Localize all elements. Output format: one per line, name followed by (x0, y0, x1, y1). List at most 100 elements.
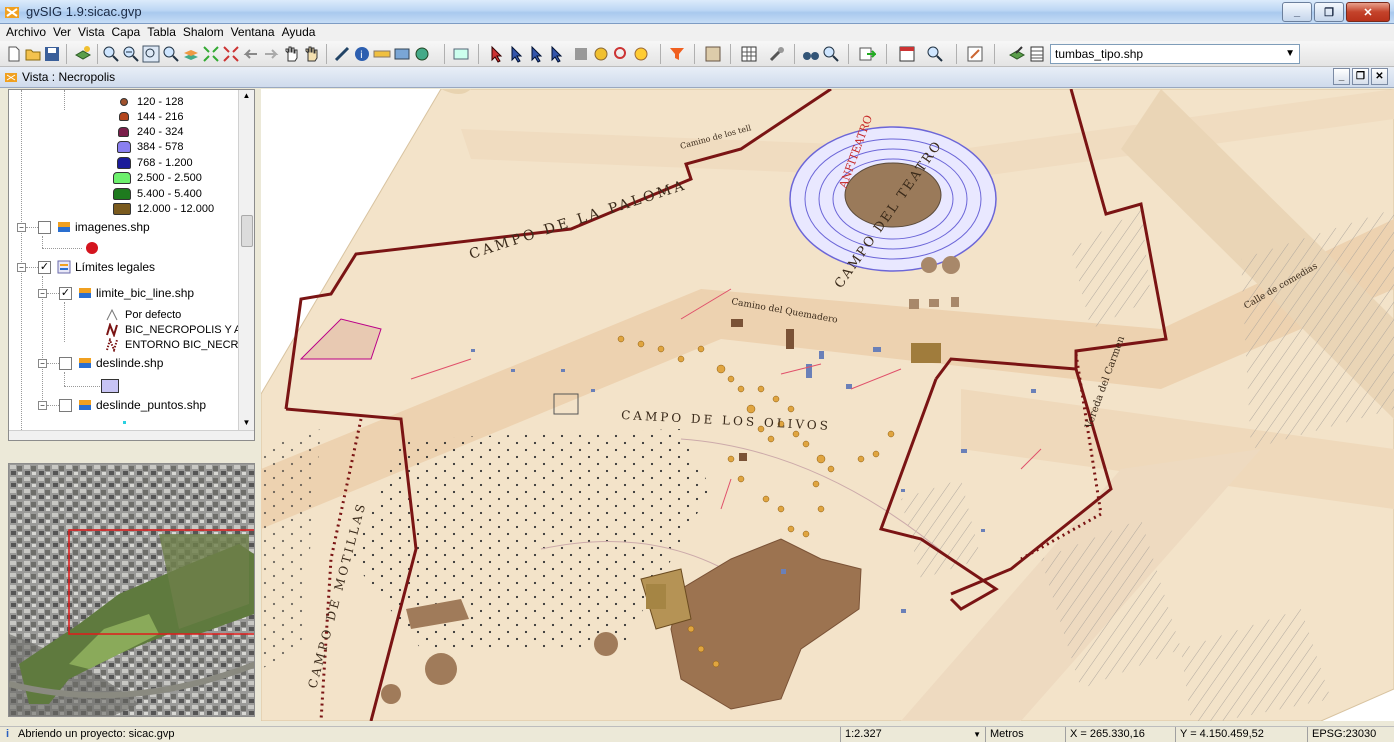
legend-item: 240 - 324 (117, 124, 183, 139)
menu-ventana[interactable]: Ventana (229, 24, 280, 41)
layer-edit-icon[interactable] (1008, 45, 1026, 63)
hand-icon[interactable] (302, 45, 320, 63)
expand-toggle[interactable]: − (38, 359, 47, 368)
properties-icon[interactable] (704, 45, 722, 63)
info-icon: i (6, 728, 10, 740)
layer-deslinde[interactable]: deslinde.shp (59, 354, 163, 372)
frame-minimize-button[interactable]: _ (1333, 68, 1350, 85)
map-window-icon[interactable] (898, 45, 916, 63)
legend-item: 12.000 - 12.000 (113, 201, 214, 216)
svg-text:i: i (360, 50, 363, 61)
historic-map-layer: ANFITEATRO CAMPO DE LA PALOMA CAMPO DE L… (261, 89, 1394, 721)
zoom-window-icon[interactable] (142, 45, 160, 63)
layer-select-value: tumbas_tipo.shp (1055, 47, 1144, 61)
minimize-button[interactable]: _ (1282, 2, 1312, 22)
select-polygon-icon[interactable] (548, 45, 566, 63)
legend-swatch-icon (113, 171, 131, 184)
search-icon[interactable] (822, 45, 840, 63)
scale-field[interactable]: 1:2.327 ▼ (840, 727, 985, 742)
full-extent-icon[interactable] (202, 45, 220, 63)
info-icon[interactable]: i (353, 45, 371, 63)
layer-group-limites[interactable]: ✓ Límites legales (38, 258, 155, 276)
invert-selection-icon[interactable] (592, 45, 610, 63)
zoom-previous-icon[interactable] (162, 45, 180, 63)
close-button[interactable]: ✕ (1346, 2, 1390, 22)
menu-shalom[interactable]: Shalom (181, 24, 229, 41)
tools-icon[interactable] (768, 45, 786, 63)
forward-arrow-icon[interactable] (262, 45, 280, 63)
scrollbar-thumb[interactable] (241, 215, 253, 247)
select-arrow-icon[interactable] (508, 45, 526, 63)
toc-vertical-scrollbar[interactable]: ▲ ▼ (238, 90, 254, 432)
menu-capa[interactable]: Capa (110, 24, 146, 41)
legend-swatch-icon (113, 202, 131, 215)
layer-deslinde-puntos[interactable]: deslinde_puntos.shp (59, 396, 206, 414)
expand-toggle[interactable]: − (38, 401, 47, 410)
frame-maximize-button[interactable]: ❐ (1352, 68, 1369, 85)
layer-limite-bic-line[interactable]: ✓ limite_bic_line.shp (59, 284, 194, 302)
export-icon[interactable] (858, 45, 876, 63)
hyperlink-icon[interactable] (452, 45, 470, 63)
line-symbol-icon (106, 338, 118, 352)
menu-ver[interactable]: Ver (51, 24, 76, 41)
toolbar: i tumbas_tipo.shp ▼ (0, 41, 1394, 67)
chevron-down-icon[interactable]: ▼ (973, 730, 981, 739)
expand-toggle[interactable]: − (38, 289, 47, 298)
menu-tabla[interactable]: Tabla (145, 24, 181, 41)
locate-icon[interactable] (413, 45, 431, 63)
layer-imagenes[interactable]: imagenes.shp (38, 218, 150, 236)
binoculars-icon[interactable] (802, 45, 820, 63)
expand-toggle[interactable]: − (17, 263, 26, 272)
view-icon (5, 73, 17, 82)
grid-icon[interactable] (740, 45, 758, 63)
layer-visibility-checkbox[interactable]: ✓ (38, 260, 51, 274)
select-circle-icon[interactable] (612, 45, 630, 63)
ruler-icon[interactable] (373, 45, 391, 63)
layer-visibility-checkbox[interactable] (59, 356, 72, 370)
legend-swatch-icon (118, 126, 129, 137)
zoom-out-icon[interactable] (122, 45, 140, 63)
maximize-button[interactable]: ❐ (1314, 2, 1344, 22)
layers-stack-icon[interactable] (182, 45, 200, 63)
open-folder-icon[interactable] (24, 45, 42, 63)
measure-icon[interactable] (333, 45, 351, 63)
point-symbol-icon (86, 242, 98, 254)
new-file-icon[interactable] (5, 45, 23, 63)
zoom-map-icon[interactable] (926, 45, 944, 63)
filter-icon[interactable] (668, 45, 686, 63)
chevron-down-icon[interactable]: ▼ (1285, 48, 1295, 59)
vector-layer-icon (79, 288, 91, 298)
layer-select-dropdown[interactable]: tumbas_tipo.shp ▼ (1050, 44, 1300, 64)
select-all-icon[interactable] (572, 45, 590, 63)
zoom-select-icon[interactable] (222, 45, 240, 63)
add-layer-icon[interactable] (74, 45, 92, 63)
menu-bar: Archivo Ver Vista Capa Tabla Shalom Vent… (0, 24, 1394, 41)
select-by-point-icon[interactable] (488, 45, 506, 63)
scroll-up-icon[interactable]: ▲ (240, 91, 253, 104)
toc-horizontal-scrollbar[interactable] (9, 430, 254, 440)
zoom-in-icon[interactable] (102, 45, 120, 63)
layer-visibility-checkbox[interactable]: ✓ (59, 286, 72, 300)
table-icon[interactable] (1028, 45, 1046, 63)
select-buffer-icon[interactable] (632, 45, 650, 63)
select-rect-icon[interactable] (528, 45, 546, 63)
back-arrow-icon[interactable] (242, 45, 260, 63)
expand-toggle[interactable]: − (17, 223, 26, 232)
menu-ayuda[interactable]: Ayuda (280, 24, 321, 41)
save-icon[interactable] (43, 45, 61, 63)
area-icon[interactable] (393, 45, 411, 63)
legend-swatch-icon (120, 97, 128, 106)
menu-archivo[interactable]: Archivo (4, 24, 51, 41)
edit-icon[interactable] (966, 45, 984, 63)
layer-visibility-checkbox[interactable] (38, 220, 51, 234)
layer-visibility-checkbox[interactable] (59, 398, 72, 412)
legend-item: 144 - 216 (117, 109, 183, 124)
map-canvas[interactable]: ANFITEATRO CAMPO DE LA PALOMA CAMPO DE L… (261, 89, 1394, 721)
legend-swatch-icon (117, 156, 131, 169)
frame-close-button[interactable]: ✕ (1371, 68, 1388, 85)
menu-vista[interactable]: Vista (76, 24, 109, 41)
pan-icon[interactable] (282, 45, 300, 63)
overview-map[interactable] (8, 463, 255, 717)
legend-swatch-icon (119, 112, 129, 121)
layer-toc: 120 - 128 144 - 216 240 - 324 384 - 578 … (8, 89, 255, 441)
